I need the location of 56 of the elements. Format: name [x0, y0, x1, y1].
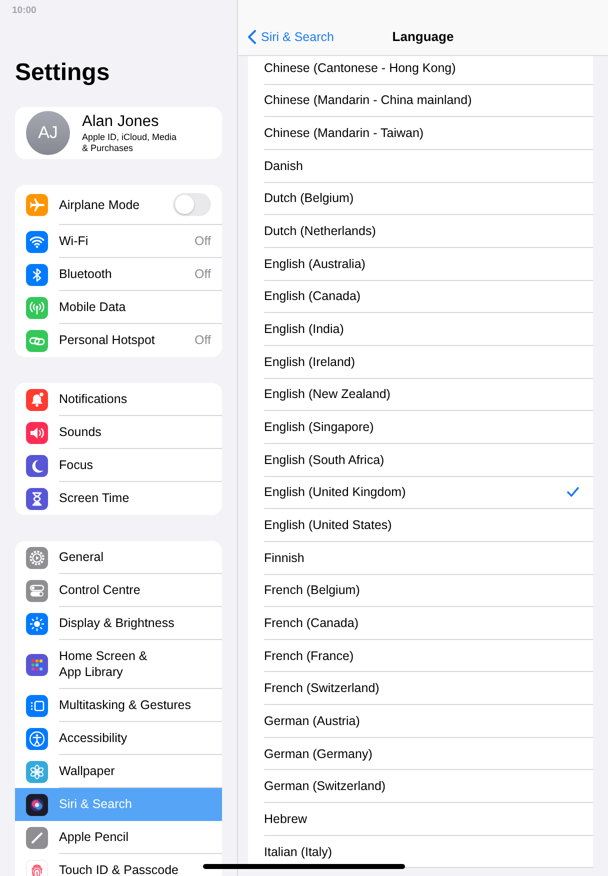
- sun-icon: [26, 612, 48, 634]
- language-option[interactable]: German (Austria): [248, 705, 593, 738]
- language-option[interactable]: Chinese (Mandarin - China mainland): [248, 84, 593, 118]
- language-option[interactable]: English (Ireland): [248, 346, 593, 379]
- profile-name: Alan Jones: [82, 112, 160, 130]
- app-grid-icon: [26, 654, 48, 676]
- language-option[interactable]: Dutch (Belgium): [248, 182, 593, 216]
- wifi-icon: [26, 230, 48, 252]
- flower-icon: [26, 760, 48, 782]
- language-option[interactable]: French (Belgium): [248, 574, 593, 608]
- language-option[interactable]: German (Germany): [248, 738, 593, 770]
- bell-icon: [26, 388, 48, 410]
- orb-icon: [26, 794, 48, 816]
- accessibility-icon: [26, 728, 48, 750]
- toggle-switch[interactable]: [173, 193, 211, 216]
- nav-title: Language: [392, 29, 454, 44]
- status-value: Off: [194, 233, 211, 249]
- window-layout-icon: [26, 694, 48, 716]
- language-option[interactable]: Chinese (Cantonese - Hong Kong): [248, 56, 593, 85]
- hourglass-icon: [26, 488, 48, 510]
- language-option[interactable]: English (Australia): [248, 248, 593, 281]
- profile-subtitle: Apple ID, iCloud, Media & Purchases: [82, 132, 177, 154]
- language-option[interactable]: French (Canada): [248, 607, 593, 640]
- status-value: Off: [194, 332, 211, 348]
- language-option[interactable]: English (United Kingdom): [248, 476, 593, 510]
- language-option[interactable]: English (United States): [248, 509, 593, 542]
- language-option[interactable]: Hebrew: [248, 803, 593, 836]
- chevron-left-icon: [248, 30, 256, 44]
- language-option[interactable]: Dutch (Netherlands): [248, 215, 593, 248]
- language-option[interactable]: English (Canada): [248, 280, 593, 314]
- language-option[interactable]: English (South Africa): [248, 444, 593, 477]
- toggles-icon: [26, 580, 48, 602]
- language-option[interactable]: English (New Zealand): [248, 378, 593, 412]
- fingerprint-icon: [26, 860, 48, 876]
- airplane-icon: [26, 194, 48, 216]
- speaker-icon: [26, 422, 48, 444]
- language-option[interactable]: Danish: [248, 150, 593, 183]
- sidebar-title: Settings: [15, 59, 111, 87]
- moon-icon: [26, 454, 48, 476]
- bluetooth-icon: [26, 264, 48, 286]
- profile-card[interactable]: AJ Alan Jones Apple ID, iCloud, Media & Purchases: [15, 107, 222, 159]
- language-option[interactable]: English (Singapore): [248, 411, 593, 444]
- status-value: Off: [194, 266, 211, 282]
- chain-link-icon: [26, 330, 48, 352]
- avatar: AJ: [26, 111, 70, 155]
- status-time: 10:00: [12, 5, 36, 16]
- language-option[interactable]: English (India): [248, 313, 593, 346]
- language-option[interactable]: Chinese (Mandarin - Taiwan): [248, 117, 593, 150]
- language-option[interactable]: Finnish: [248, 542, 593, 574]
- language-option[interactable]: French (Switzerland): [248, 672, 593, 706]
- antenna-icon: [26, 296, 48, 318]
- gear-icon: [26, 546, 48, 568]
- pencil-icon: [26, 826, 48, 848]
- language-option[interactable]: French (France): [248, 640, 593, 672]
- language-option[interactable]: German (Switzerland): [248, 770, 593, 804]
- back-button[interactable]: Siri & Search: [248, 30, 334, 44]
